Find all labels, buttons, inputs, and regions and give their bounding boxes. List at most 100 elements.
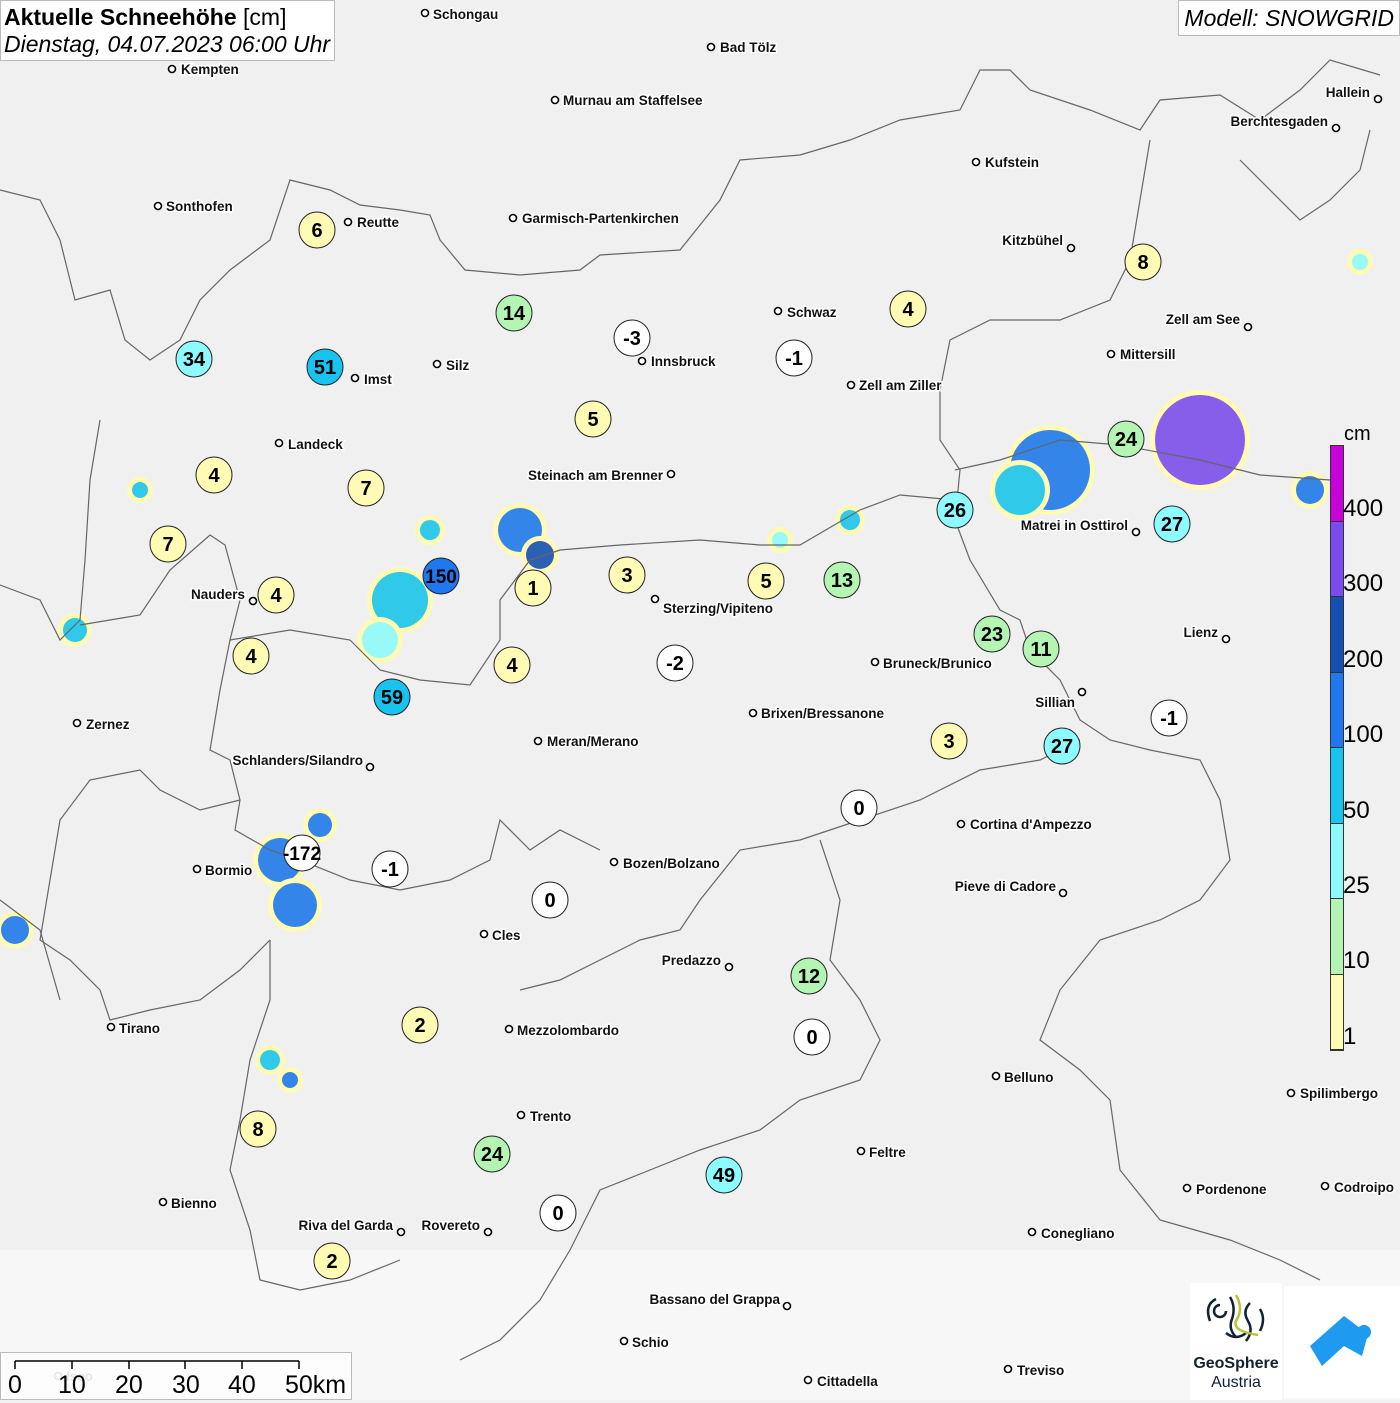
station-marker[interactable]: 4 xyxy=(257,576,295,614)
city-label: Mezzolombardo xyxy=(517,1023,619,1038)
city-dot xyxy=(479,929,489,939)
snow-patch xyxy=(1155,395,1245,485)
map-datetime: Dienstag, 04.07.2023 06:00 Uhr xyxy=(4,31,331,57)
station-marker[interactable]: -172 xyxy=(283,834,321,872)
snow-patch xyxy=(132,482,148,498)
city-label: Schio xyxy=(632,1335,669,1350)
station-marker[interactable]: 3 xyxy=(930,722,968,760)
city-label: Bad Tölz xyxy=(720,40,776,55)
city-label: Hallein xyxy=(1326,85,1370,100)
city-label: Zell am See xyxy=(1166,312,1241,327)
station-marker[interactable]: 0 xyxy=(531,881,569,919)
geosphere-name: GeoSphere xyxy=(1193,1355,1279,1372)
city-dot xyxy=(724,962,734,972)
station-marker[interactable]: 27 xyxy=(1153,505,1191,543)
station-marker[interactable]: 4 xyxy=(889,290,927,328)
station-marker[interactable]: 150 xyxy=(422,557,460,595)
station-marker[interactable]: 7 xyxy=(347,469,385,507)
station-value: 8 xyxy=(1137,252,1148,274)
scale-label: 30 xyxy=(172,1371,200,1399)
station-marker[interactable]: 51 xyxy=(306,348,344,386)
station-marker[interactable]: -1 xyxy=(775,339,813,377)
city-dot xyxy=(650,594,660,604)
city-marker: Spilimbergo xyxy=(1286,1085,1380,1103)
city-label: Sillian xyxy=(1035,695,1075,710)
snow-patch xyxy=(1,916,29,944)
station-marker[interactable]: 2 xyxy=(401,1006,439,1044)
station-marker[interactable]: -2 xyxy=(656,644,694,682)
station-marker[interactable]: 12 xyxy=(790,957,828,995)
station-marker[interactable]: 4 xyxy=(195,456,233,494)
station-marker[interactable]: 27 xyxy=(1043,727,1081,765)
station-value: 150 xyxy=(425,567,457,588)
city-label: Kitzbühel xyxy=(1002,233,1063,248)
scale-label: 0 xyxy=(8,1371,22,1399)
station-value: 13 xyxy=(831,570,853,592)
station-marker[interactable]: 3 xyxy=(608,556,646,594)
city-dot xyxy=(192,864,202,874)
city-dot xyxy=(1077,687,1087,697)
city-marker: Zell am Ziller xyxy=(846,377,944,395)
station-marker[interactable]: 24 xyxy=(473,1135,511,1173)
snow-depth-map[interactable]: Schongau Bad Tölz Kempten Murnau am Staffel… xyxy=(0,0,1400,1400)
city-marker: Riva del Garda xyxy=(297,1217,406,1237)
station-marker[interactable]: 0 xyxy=(840,789,878,827)
station-marker[interactable]: 7 xyxy=(149,525,187,563)
city-label: Reutte xyxy=(357,215,399,230)
legend-color-segment xyxy=(1331,597,1343,673)
city-dot xyxy=(274,438,284,448)
station-marker[interactable]: 59 xyxy=(373,678,411,716)
station-marker[interactable]: 24 xyxy=(1107,420,1145,458)
station-marker[interactable]: 2 xyxy=(313,1242,351,1280)
station-marker[interactable]: 4 xyxy=(232,637,270,675)
station-marker[interactable]: 5 xyxy=(747,562,785,600)
city-label: Cittadella xyxy=(817,1374,878,1389)
station-value: 49 xyxy=(713,1165,735,1187)
legend-tick: 400 xyxy=(1343,495,1384,522)
station-marker[interactable]: 4 xyxy=(493,646,531,684)
city-dot xyxy=(72,718,82,728)
city-dot xyxy=(516,1110,526,1120)
city-label: Bienno xyxy=(171,1196,217,1211)
station-marker[interactable]: 11 xyxy=(1022,630,1060,668)
logos: GeoSphere Austria xyxy=(1190,1283,1400,1400)
station-marker[interactable]: -1 xyxy=(1150,699,1188,737)
scale-label: 10 xyxy=(58,1371,86,1399)
city-label: Imst xyxy=(364,372,392,387)
city-dot xyxy=(533,736,543,746)
station-marker[interactable]: 8 xyxy=(1124,243,1162,281)
geosphere-country: Austria xyxy=(1211,1374,1261,1391)
station-marker[interactable]: 6 xyxy=(298,211,336,249)
city-label: Mittersill xyxy=(1120,347,1176,362)
scale-bar: 0 10 20 30 40 50km xyxy=(0,1352,352,1400)
city-label: Sonthofen xyxy=(166,199,233,214)
city-label: Kufstein xyxy=(985,155,1039,170)
station-marker[interactable]: 34 xyxy=(175,340,213,378)
station-marker[interactable]: 14 xyxy=(495,294,533,332)
station-value: 7 xyxy=(162,534,173,556)
city-dot xyxy=(637,356,647,366)
station-marker[interactable]: 0 xyxy=(793,1018,831,1056)
station-value: 7 xyxy=(360,478,371,500)
city-dot xyxy=(773,306,783,316)
station-marker[interactable]: 49 xyxy=(705,1156,743,1194)
legend-color-segment xyxy=(1331,823,1343,899)
station-marker[interactable]: 13 xyxy=(823,561,861,599)
station-marker[interactable]: 23 xyxy=(973,615,1011,653)
station-marker[interactable]: 8 xyxy=(239,1110,277,1148)
city-dot xyxy=(856,1146,866,1156)
model-label: Modell: SNOWGRID xyxy=(1178,0,1400,36)
station-marker[interactable]: -3 xyxy=(613,319,651,357)
legend-color-segment xyxy=(1331,672,1343,748)
station-marker[interactable]: -1 xyxy=(371,850,409,888)
city-dot xyxy=(343,217,353,227)
geosphere-emblem-icon xyxy=(1206,1294,1265,1342)
station-marker[interactable]: 0 xyxy=(539,1194,577,1232)
station-marker[interactable]: 5 xyxy=(574,400,612,438)
city-dot xyxy=(158,1197,168,1207)
station-marker[interactable]: 1 xyxy=(514,569,552,607)
snow-patch xyxy=(362,622,398,658)
city-dot xyxy=(956,819,966,829)
station-marker[interactable]: 26 xyxy=(936,491,974,529)
city-marker: Berchtesgaden xyxy=(1229,113,1341,133)
